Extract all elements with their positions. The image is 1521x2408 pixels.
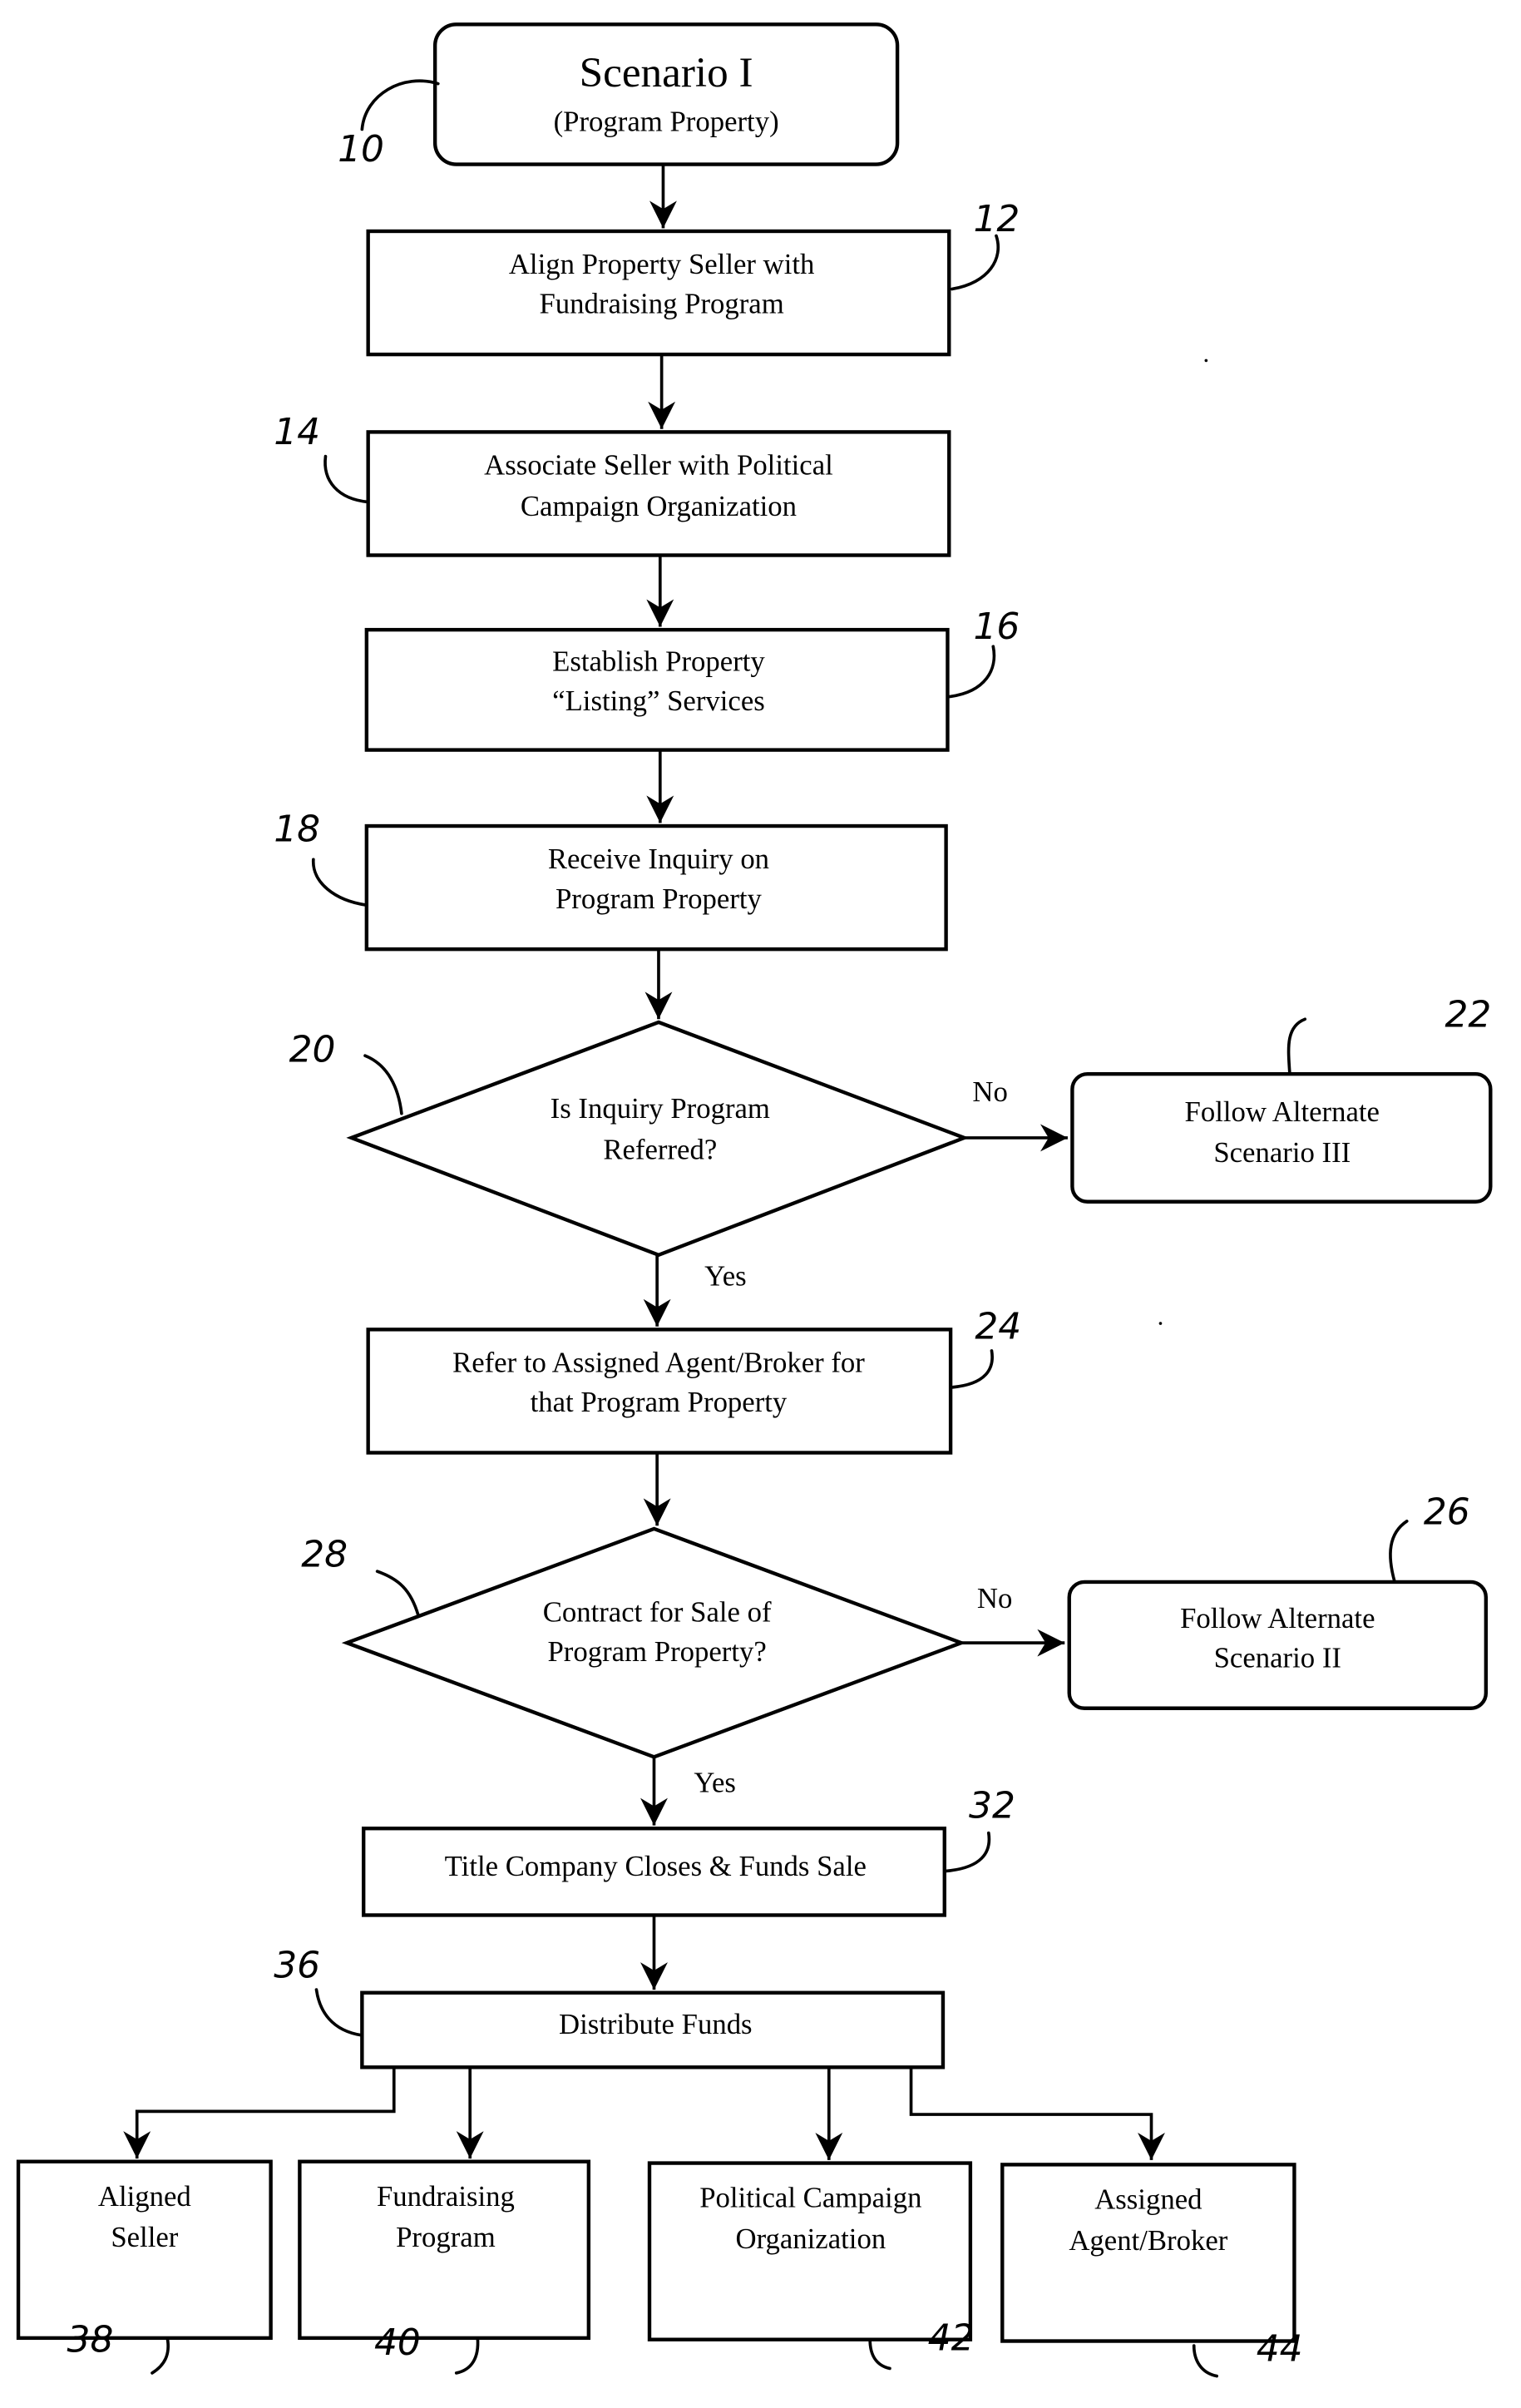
recipient-44-line-2: Agent/Broker	[1069, 2224, 1227, 2257]
leader-40	[454, 2336, 480, 2375]
step-12-align-seller: Align Property Seller with Fundraising P…	[366, 229, 951, 357]
leader-44	[1192, 2344, 1218, 2378]
alt-22-scenario-3: Follow Alternate Scenario III	[1070, 1071, 1493, 1204]
ref-label-24: 24	[975, 1305, 1021, 1347]
recipient-42-political-campaign: Political Campaign Organization	[647, 2161, 973, 2341]
step-14-line-1: Associate Seller with Political	[484, 449, 833, 482]
decision-20-inquiry-referred: Is Inquiry Program Referred?	[346, 1020, 970, 1258]
alt-26-line-1: Follow Alternate	[1180, 1602, 1375, 1634]
recipient-38-line-1: Aligned	[98, 2180, 191, 2213]
ref-label-10: 10	[338, 128, 384, 171]
recipient-40-line-2: Program	[396, 2221, 496, 2253]
recipient-38-aligned-seller: Aligned Seller	[16, 2159, 273, 2341]
leader-38	[151, 2336, 170, 2375]
step-18-receive-inquiry: Receive Inquiry on Program Property	[364, 823, 948, 952]
ref-label-20: 20	[289, 1029, 336, 1071]
decision-20-yes-label: Yes	[704, 1259, 747, 1292]
arrow-36-44	[909, 2067, 1165, 2160]
decision-28-line-1: Contract for Sale of	[543, 1596, 772, 1629]
leader-20	[363, 1054, 403, 1115]
ref-label-22: 22	[1444, 993, 1491, 1036]
recipient-40-fundraising-program: Fundraising Program	[298, 2159, 591, 2341]
ref-label-32: 32	[969, 1784, 1015, 1827]
ref-label-44: 44	[1257, 2327, 1303, 2370]
arrow-36-38	[123, 2067, 396, 2159]
leader-32	[944, 1831, 991, 1873]
step-24-refer-agent: Refer to Assigned Agent/Broker for that …	[366, 1328, 953, 1455]
step-12-line-1: Align Property Seller with	[509, 248, 815, 280]
decision-28-line-2: Program Property?	[547, 1635, 766, 1668]
ref-label-36: 36	[274, 1944, 320, 1986]
recipient-42-line-2: Organization	[735, 2223, 886, 2255]
step-24-line-2: that Program Property	[531, 1386, 788, 1418]
step-24-line-1: Refer to Assigned Agent/Broker for	[452, 1347, 865, 1379]
decision-28-yes-label: Yes	[694, 1766, 736, 1798]
ref-label-26: 26	[1424, 1491, 1470, 1533]
start-node-scenario-1: Scenario I (Program Property)	[432, 22, 900, 166]
step-32-title-closes: Title Company Closes & Funds Sale	[361, 1827, 946, 1917]
leader-26	[1389, 1519, 1409, 1584]
leader-28	[375, 1570, 420, 1618]
ref-label-16: 16	[974, 606, 1020, 648]
step-18-line-1: Receive Inquiry on	[548, 843, 769, 875]
recipient-44-assigned-agent: Assigned Agent/Broker	[1000, 2163, 1296, 2343]
ref-label-14: 14	[274, 411, 320, 453]
step-16-line-2: “Listing” Services	[552, 685, 765, 717]
leader-36	[314, 1988, 364, 2037]
scan-speck	[1204, 358, 1208, 363]
start-subtitle: (Program Property)	[554, 105, 779, 137]
leader-10	[360, 79, 440, 131]
decision-28-contract-sale: Contract for Sale of Program Property?	[341, 1526, 967, 1759]
step-16-line-1: Establish Property	[552, 645, 765, 678]
leader-24	[951, 1349, 994, 1389]
ref-label-18: 18	[274, 808, 320, 850]
scan-speck	[1158, 1322, 1163, 1325]
leader-22	[1286, 1017, 1307, 1075]
leader-16	[947, 645, 996, 699]
step-36-distribute-funds: Distribute Funds	[360, 1990, 946, 2069]
step-16-establish-listing: Establish Property “Listing” Services	[364, 627, 950, 752]
step-18-line-2: Program Property	[556, 883, 763, 915]
recipient-42-line-1: Political Campaign	[699, 2182, 921, 2214]
decision-20-line-2: Referred?	[603, 1134, 717, 1166]
alt-26-line-2: Scenario II	[1214, 1641, 1341, 1674]
decision-20-line-1: Is Inquiry Program	[551, 1092, 770, 1125]
alt-22-line-1: Follow Alternate	[1185, 1095, 1380, 1128]
recipient-44-line-1: Assigned	[1094, 2183, 1202, 2215]
start-title: Scenario I	[580, 49, 753, 96]
alt-22-line-2: Scenario III	[1213, 1136, 1351, 1169]
alt-26-scenario-2: Follow Alternate Scenario II	[1067, 1580, 1489, 1710]
flowchart: Scenario I (Program Property) 10 Align P…	[16, 22, 1493, 2378]
leader-42	[868, 2337, 891, 2371]
step-36-line-1: Distribute Funds	[559, 2008, 753, 2040]
ref-label-12: 12	[974, 198, 1020, 240]
step-12-line-2: Fundraising Program	[539, 288, 783, 320]
recipient-40-line-1: Fundraising	[377, 2180, 515, 2213]
leader-18	[311, 858, 368, 907]
step-14-line-2: Campaign Organization	[521, 490, 797, 522]
ref-label-42: 42	[928, 2317, 975, 2360]
ref-label-28: 28	[301, 1534, 348, 1576]
recipient-38-line-2: Seller	[111, 2221, 178, 2253]
decision-28-no-label: No	[977, 1582, 1012, 1614]
ref-label-38: 38	[67, 2318, 114, 2361]
leader-12	[951, 234, 1000, 291]
decision-20-no-label: No	[972, 1075, 1007, 1108]
step-14-associate-seller: Associate Seller with Political Campaign…	[366, 430, 951, 557]
step-32-line-1: Title Company Closes & Funds Sale	[445, 1850, 867, 1882]
leader-14	[323, 454, 370, 504]
ref-label-40: 40	[374, 2321, 421, 2364]
